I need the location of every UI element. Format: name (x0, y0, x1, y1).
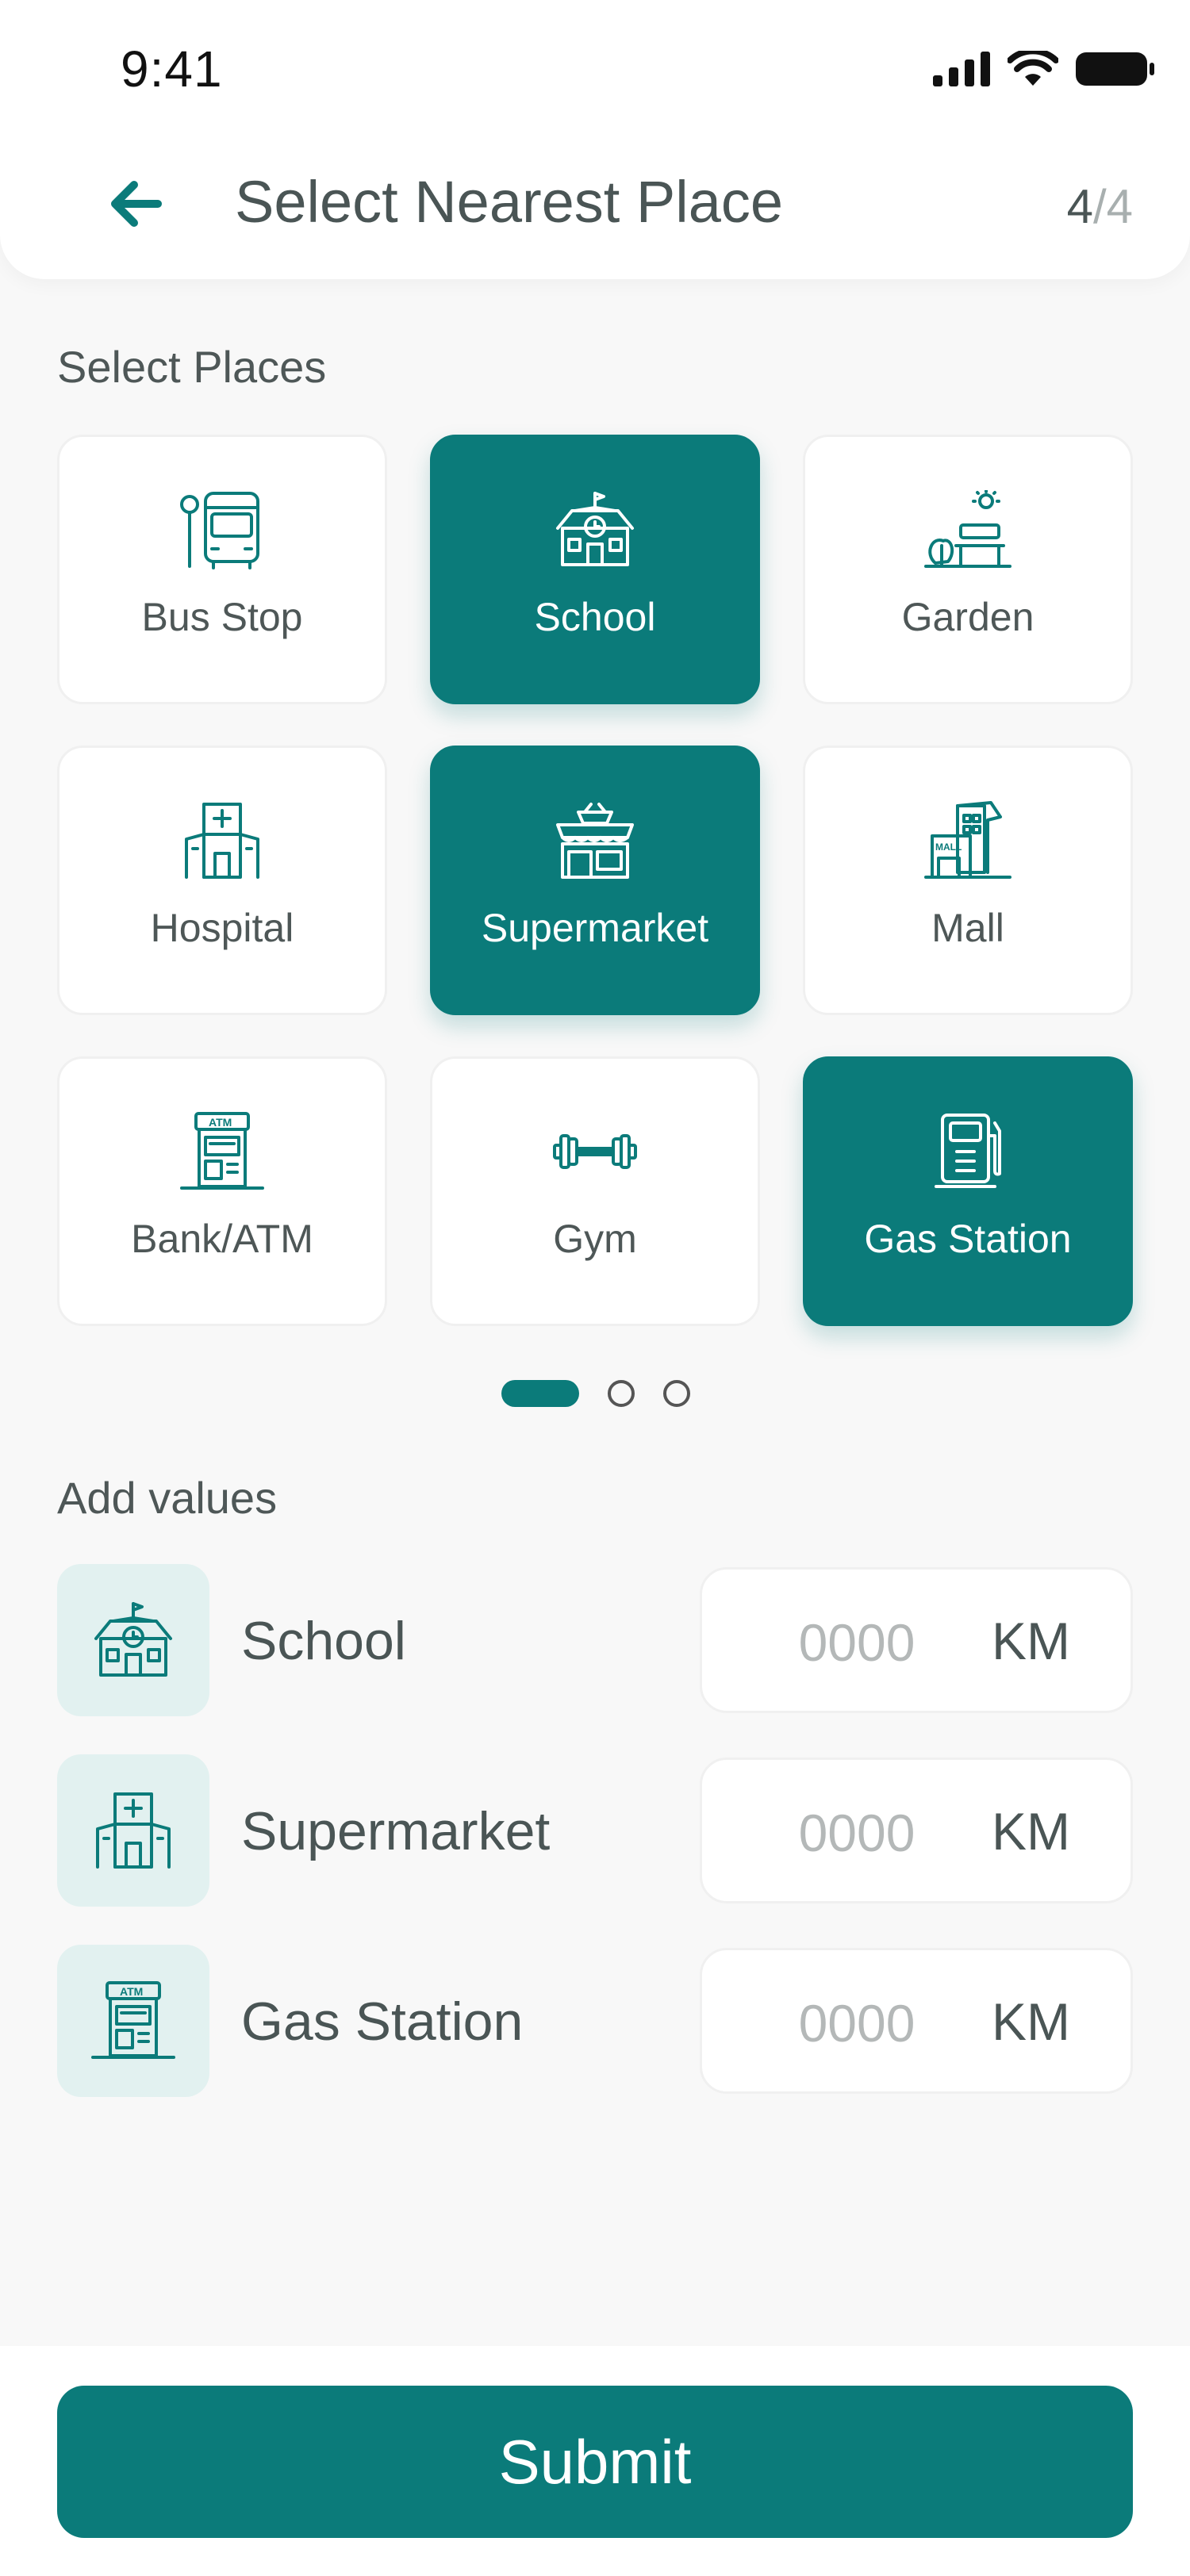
place-tile-label: School (534, 595, 656, 639)
place-tile-gym[interactable]: Gym (430, 1056, 760, 1326)
value-row-gas-station: ATM Gas Station KM (57, 1945, 1133, 2097)
add-values-label: Add values (57, 1473, 278, 1523)
distance-field: KM (700, 1758, 1133, 1903)
place-tile-label: Gas Station (864, 1217, 1072, 1261)
school-icon (551, 486, 639, 573)
step-counter: 4/4 (1067, 179, 1133, 234)
pager-dot[interactable] (663, 1380, 690, 1407)
svg-text:ATM: ATM (209, 1116, 232, 1129)
place-tile-bus-stop[interactable]: Bus Stop (57, 435, 387, 704)
app-header: 9:41 Select Nearest Place 4/4 (0, 0, 1190, 279)
place-tile-label: Garden (901, 595, 1035, 639)
hospital-icon (96, 1792, 171, 1869)
place-tile-mall[interactable]: MALL Mall (803, 746, 1133, 1015)
place-tile-hospital[interactable]: Hospital (57, 746, 387, 1015)
place-tile-label: Bank/ATM (131, 1217, 313, 1261)
gas-pump-icon (924, 1108, 1012, 1195)
atm-icon: ATM (91, 1981, 175, 2059)
value-row-name: Supermarket (241, 1801, 551, 1861)
garden-icon (924, 486, 1012, 573)
bus-stop-icon (178, 486, 266, 573)
school-icon (94, 1602, 172, 1677)
value-row-icon-box (57, 1564, 209, 1716)
distance-field: KM (700, 1948, 1133, 2094)
hospital-icon (178, 797, 266, 884)
place-tile-label: Mall (931, 906, 1004, 950)
distance-input-school[interactable] (758, 1601, 956, 1684)
place-tile-label: Gym (553, 1217, 637, 1261)
svg-text:ATM: ATM (120, 1985, 143, 1998)
place-tile-label: Hospital (150, 906, 294, 950)
unit-label: KM (992, 1612, 1070, 1670)
step-total: 4 (1106, 180, 1133, 233)
distance-input-gas-station[interactable] (758, 1982, 956, 2064)
place-tile-gas-station[interactable]: Gas Station (803, 1056, 1133, 1326)
place-tile-supermarket[interactable]: Supermarket (430, 746, 760, 1015)
pager-dot[interactable] (608, 1380, 635, 1407)
value-row-icon-box: ATM (57, 1945, 209, 2097)
unit-label: KM (992, 1802, 1070, 1861)
value-row-icon-box (57, 1754, 209, 1907)
value-row-name: Gas Station (241, 1991, 524, 2052)
distance-input-supermarket[interactable] (758, 1792, 956, 1874)
wifi-icon (1008, 51, 1058, 86)
step-current: 4 (1066, 180, 1093, 233)
pager-dot-active[interactable] (501, 1380, 579, 1407)
place-tile-bank-atm[interactable]: ATM Bank/ATM (57, 1056, 387, 1326)
step-separator: / (1092, 180, 1107, 233)
select-places-label: Select Places (57, 342, 327, 392)
page-title: Select Nearest Place (235, 169, 784, 235)
status-time: 9:41 (121, 40, 223, 98)
atm-icon: ATM (178, 1108, 266, 1195)
pager-dots (501, 1380, 690, 1407)
battery-icon (1076, 52, 1154, 86)
place-tile-school[interactable]: School (430, 435, 760, 704)
distance-field: KM (700, 1567, 1133, 1713)
value-row-supermarket: Supermarket KM (57, 1754, 1133, 1907)
mall-icon: MALL (924, 797, 1012, 884)
unit-label: KM (992, 1992, 1070, 2051)
place-tile-garden[interactable]: Garden (803, 435, 1133, 704)
submit-button[interactable]: Submit (57, 2386, 1133, 2538)
place-tile-label: Supermarket (481, 906, 709, 950)
back-button[interactable] (103, 176, 167, 232)
value-row-name: School (241, 1611, 406, 1671)
status-icons (933, 51, 1155, 87)
dumbbell-icon (551, 1108, 639, 1195)
cellular-signal-icon (933, 52, 990, 86)
place-tile-label: Bus Stop (141, 595, 303, 639)
arrow-left-icon (111, 181, 162, 227)
supermarket-icon (551, 797, 639, 884)
svg-text:MALL: MALL (935, 841, 962, 853)
value-row-school: School KM (57, 1564, 1133, 1716)
